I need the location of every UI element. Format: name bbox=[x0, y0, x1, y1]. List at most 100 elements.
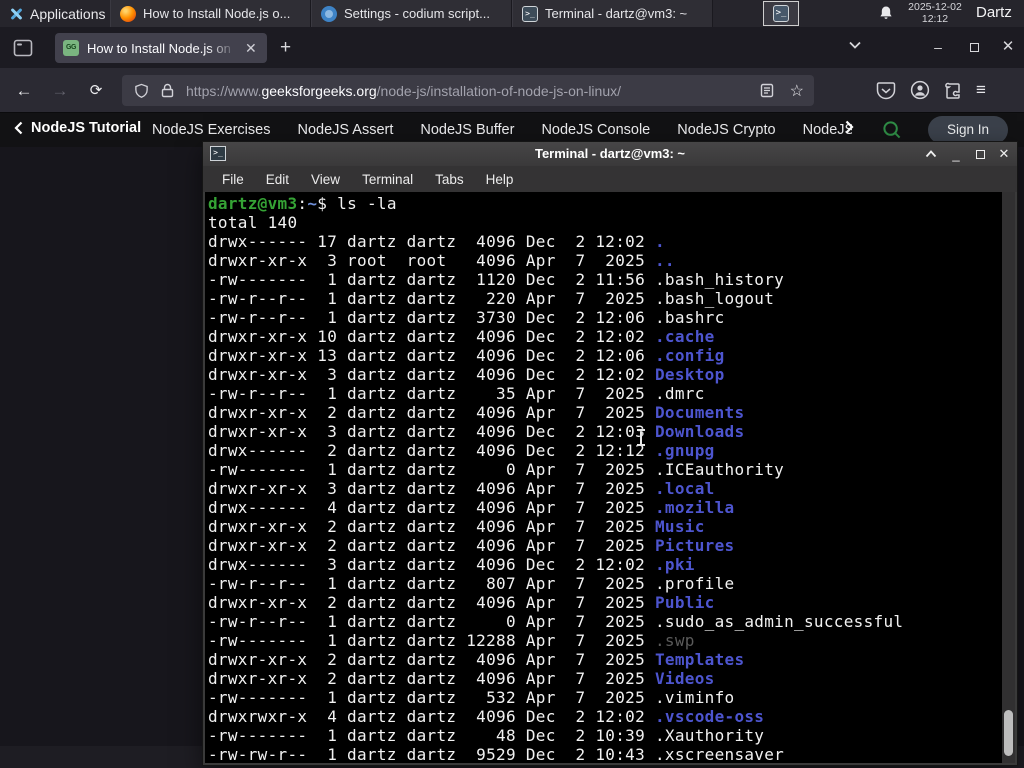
new-tab-button[interactable]: + bbox=[280, 37, 291, 59]
desktop: Applications ≡ How to Install Node.js o.… bbox=[0, 0, 1024, 768]
terminal-ls-row: -rw-rw-r-- 1 dartz dartz 9529 Dec 2 10:4… bbox=[208, 745, 785, 763]
file-name: .bash_history bbox=[654, 270, 785, 289]
reader-view-icon[interactable] bbox=[760, 83, 774, 98]
tracking-shield-icon[interactable] bbox=[134, 83, 149, 99]
directory-name: .mozilla bbox=[654, 498, 735, 517]
terminal-icon: >_ bbox=[522, 5, 538, 22]
codium-icon bbox=[321, 5, 337, 22]
terminal-ls-row: drwxrwxr-x 4 dartz dartz 4096 Dec 2 12:0… bbox=[208, 707, 765, 726]
site-nav-link[interactable]: NodeJS Buffer bbox=[420, 122, 514, 138]
site-nav-link[interactable]: NodeJS Console bbox=[541, 122, 650, 138]
site-nav-link[interactable]: NodeJS Crypto bbox=[677, 122, 775, 138]
lock-icon[interactable] bbox=[161, 83, 174, 98]
terminal-scrollbar-thumb[interactable] bbox=[1004, 710, 1013, 756]
terminal-menu-file[interactable]: File bbox=[212, 169, 254, 190]
extensions-icon[interactable] bbox=[944, 81, 962, 100]
terminal-body[interactable]: dartz@vm3:~$ ls -la total 140 drwx------… bbox=[205, 192, 1015, 763]
maximize-icon bbox=[975, 149, 985, 159]
terminal-ls-row: drwxr-xr-x 3 root root 4096 Apr 7 2025 .… bbox=[208, 251, 675, 270]
file-name: .sudo_as_admin_successful bbox=[654, 612, 904, 631]
clock-date: 2025-12-02 bbox=[908, 1, 962, 13]
terminal-shade-button[interactable] bbox=[925, 150, 939, 158]
taskbar-window-button[interactable]: How to Install Node.js o... bbox=[110, 0, 311, 27]
directory-name: . bbox=[654, 232, 665, 251]
sign-in-button[interactable]: Sign In bbox=[928, 116, 1008, 144]
bookmark-star-icon[interactable]: ☆ bbox=[790, 81, 804, 101]
reload-button[interactable]: ⟳ bbox=[84, 79, 108, 103]
terminal-menu-view[interactable]: View bbox=[301, 169, 350, 190]
taskbar-window-label: How to Install Node.js o... bbox=[143, 6, 291, 21]
mouse-ibeam-cursor bbox=[636, 429, 646, 446]
site-search-button[interactable] bbox=[882, 120, 902, 140]
browser-tab[interactable]: GG How to Install Node.js on ✕ bbox=[55, 33, 267, 63]
site-nav-back-label: NodeJS Tutorial bbox=[31, 120, 142, 136]
terminal-title-bar[interactable]: >_ Terminal - dartz@vm3: ~ _ ✕ bbox=[203, 142, 1017, 166]
notification-bell-button[interactable] bbox=[878, 5, 896, 23]
terminal-ls-row: -rw-r--r-- 1 dartz dartz 35 Apr 7 2025 .… bbox=[208, 384, 705, 403]
taskbar-window-label: Settings - codium script... bbox=[344, 6, 490, 21]
terminal-ls-row: drwxr-xr-x 3 dartz dartz 4096 Apr 7 2025… bbox=[208, 479, 715, 498]
site-nav-scroll-right-button[interactable] bbox=[845, 120, 854, 134]
file-name: .xscreensaver bbox=[654, 745, 785, 763]
prompt-user-host: dartz@vm3 bbox=[208, 194, 298, 213]
site-nav-back-link[interactable]: NodeJS Tutorial bbox=[14, 120, 141, 136]
taskbar-window-button[interactable]: >_ Terminal - dartz@vm3: ~ bbox=[512, 0, 713, 27]
maximize-icon bbox=[969, 43, 979, 52]
terminal-minimize-button[interactable]: _ bbox=[949, 147, 963, 162]
terminal-menu-terminal[interactable]: Terminal bbox=[352, 169, 423, 190]
geeksforgeeks-favicon: GG bbox=[63, 40, 79, 56]
applications-menu-button[interactable]: Applications ≡ bbox=[0, 0, 125, 27]
terminal-ls-row: drwxr-xr-x 3 dartz dartz 4096 Dec 2 12:0… bbox=[208, 365, 725, 384]
terminal-ls-row: drwxr-xr-x 2 dartz dartz 4096 Apr 7 2025… bbox=[208, 593, 715, 612]
forward-button[interactable]: → bbox=[48, 79, 72, 103]
site-nav-link[interactable]: NodeJS Assert bbox=[297, 122, 393, 138]
terminal-ls-row: drwxr-xr-x 13 dartz dartz 4096 Dec 2 12:… bbox=[208, 346, 725, 365]
terminal-maximize-button[interactable] bbox=[973, 147, 987, 162]
file-name: .profile bbox=[654, 574, 735, 593]
directory-name: .config bbox=[654, 346, 725, 365]
firefox-icon bbox=[120, 5, 136, 22]
url-bar[interactable]: https://www.geeksforgeeks.org/node-js/in… bbox=[122, 75, 814, 106]
terminal-window: >_ Terminal - dartz@vm3: ~ _ ✕ File Edit V… bbox=[203, 142, 1017, 765]
window-maximize-button[interactable] bbox=[962, 36, 986, 60]
applications-label: Applications bbox=[30, 5, 106, 22]
top-panel: Applications ≡ How to Install Node.js o.… bbox=[0, 0, 1024, 27]
terminal-close-button[interactable]: ✕ bbox=[997, 146, 1011, 162]
tab-close-icon[interactable]: ✕ bbox=[245, 41, 257, 55]
back-button[interactable]: ← bbox=[12, 79, 36, 103]
list-tabs-button[interactable] bbox=[848, 40, 862, 50]
taskbar-window-button[interactable]: Settings - codium script... bbox=[311, 0, 512, 27]
terminal-menu-tabs[interactable]: Tabs bbox=[425, 169, 474, 190]
terminal-ls-row: -rw-r--r-- 1 dartz dartz 3730 Dec 2 12:0… bbox=[208, 308, 725, 327]
taskbar-window-label: Terminal - dartz@vm3: ~ bbox=[545, 6, 688, 21]
pocket-icon[interactable] bbox=[876, 81, 896, 100]
file-name: .Xauthority bbox=[654, 726, 765, 745]
panel-clock[interactable]: 2025-12-02 12:12 bbox=[902, 1, 968, 25]
directory-name: Pictures bbox=[654, 536, 735, 555]
search-icon bbox=[883, 121, 901, 139]
url-path: /node-js/installation-of-node-js-on-linu… bbox=[376, 82, 621, 99]
window-minimize-button[interactable]: – bbox=[926, 36, 950, 60]
terminal-scrollbar[interactable] bbox=[1002, 192, 1015, 763]
url-domain: geeksforgeeks.org bbox=[261, 82, 377, 99]
file-name: .ICEauthority bbox=[654, 460, 785, 479]
chevron-right-icon bbox=[845, 120, 854, 134]
menu-hamburger-icon[interactable]: ≡ bbox=[976, 79, 986, 101]
terminal-ls-row: drwxr-xr-x 2 dartz dartz 4096 Apr 7 2025… bbox=[208, 536, 735, 555]
window-close-button[interactable]: ✕ bbox=[996, 36, 1020, 60]
terminal-ls-row: drwxr-xr-x 2 dartz dartz 4096 Apr 7 2025… bbox=[208, 517, 705, 536]
firefox-view-button[interactable] bbox=[8, 34, 38, 62]
site-nav-link[interactable]: NodeJS Exercises bbox=[152, 122, 270, 138]
terminal-menu-help[interactable]: Help bbox=[476, 169, 524, 190]
terminal-ls-row: -rw-r--r-- 1 dartz dartz 220 Apr 7 2025 … bbox=[208, 289, 775, 308]
terminal-ls-row: -rw------- 1 dartz dartz 0 Apr 7 2025 .I… bbox=[208, 460, 785, 479]
terminal-launcher-button[interactable]: >_ bbox=[763, 1, 799, 26]
panel-user-label[interactable]: Dartz bbox=[976, 4, 1012, 21]
terminal-prompt-line: dartz@vm3:~$ ls -la bbox=[208, 194, 397, 213]
directory-name: Public bbox=[654, 593, 715, 612]
firefox-view-icon bbox=[13, 39, 33, 57]
account-icon[interactable] bbox=[910, 80, 930, 100]
terminal-ls-row: drwx------ 3 dartz dartz 4096 Dec 2 12:0… bbox=[208, 555, 695, 574]
panel-taskbar: How to Install Node.js o... Settings - co… bbox=[110, 0, 713, 27]
terminal-menu-edit[interactable]: Edit bbox=[256, 169, 299, 190]
